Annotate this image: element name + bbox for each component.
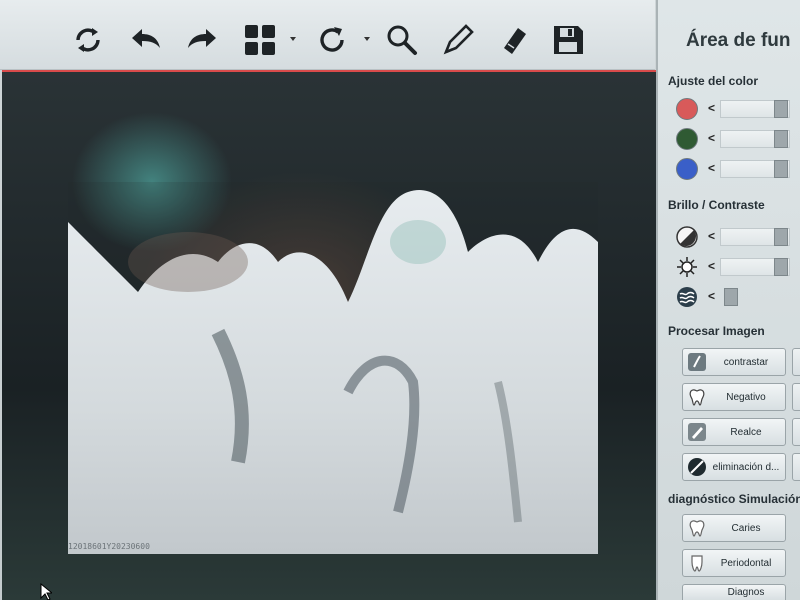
- color-blue-row: <: [672, 156, 800, 182]
- rotate-icon: [320, 27, 344, 52]
- grid-icon: [245, 25, 275, 55]
- diagnosis-section-title: diagnóstico Simulación: [668, 492, 800, 506]
- mouse-cursor-icon: [40, 583, 52, 600]
- floppy-icon: [554, 26, 583, 54]
- undo-button[interactable]: [124, 18, 168, 62]
- red-color-icon: [676, 98, 698, 120]
- color-section-title: Ajuste del color: [668, 74, 759, 88]
- undo-icon: [132, 29, 160, 48]
- color-green-row: <: [672, 126, 800, 152]
- panel-title: Área de fun: [686, 30, 791, 51]
- zoom-button[interactable]: [380, 18, 424, 62]
- blue-slider-thumb[interactable]: [774, 160, 788, 178]
- redo-icon: [188, 29, 216, 48]
- measure-button[interactable]: [436, 18, 480, 62]
- contrast-tool-button[interactable]: contrastar: [682, 348, 786, 376]
- gamma-row: <: [672, 284, 800, 310]
- contrast-icon: [676, 226, 698, 248]
- process-section-title: Procesar Imagen: [668, 324, 765, 338]
- brightness-section-title: Brillo / Contraste: [668, 198, 765, 212]
- brush-icon: [688, 423, 706, 441]
- function-panel: Área de fun Ajuste del color < < < Brill…: [656, 0, 800, 600]
- image-id-label: 12018601Y20230600: [68, 542, 150, 551]
- noise-removal-button[interactable]: eliminación d...: [682, 453, 786, 481]
- periodontal-label: Periodontal: [720, 557, 772, 569]
- redo-button[interactable]: [180, 18, 224, 62]
- enhance-button[interactable]: Realce: [682, 418, 786, 446]
- contrast-row: <: [672, 224, 800, 250]
- blue-decrease-arrow[interactable]: <: [708, 161, 715, 175]
- contrast-tool-icon: [688, 353, 706, 371]
- tooth-root-icon: [691, 555, 703, 572]
- noise-removal-icon: [688, 458, 706, 476]
- chevron-down-icon[interactable]: [362, 34, 372, 44]
- red-decrease-arrow[interactable]: <: [708, 101, 715, 115]
- gamma-slider-thumb[interactable]: [724, 288, 738, 306]
- periodontal-button[interactable]: Periodontal: [682, 549, 786, 577]
- magnifier-icon: [387, 25, 417, 55]
- chevron-down-icon[interactable]: [288, 34, 298, 44]
- caries-label: Caries: [731, 522, 761, 534]
- enhance-label: Realce: [730, 426, 762, 438]
- diagnosis-label: Diagnos: [727, 587, 765, 598]
- contrast-decrease-arrow[interactable]: <: [708, 229, 715, 243]
- waves-icon: [677, 287, 697, 307]
- process-extra-button[interactable]: [792, 348, 800, 376]
- green-decrease-arrow[interactable]: <: [708, 131, 715, 145]
- diagnosis-button[interactable]: Diagnos: [682, 584, 786, 600]
- contrast-slider-thumb[interactable]: [774, 228, 788, 246]
- eraser-icon: [504, 28, 526, 54]
- green-color-icon: [676, 128, 698, 150]
- gamma-decrease-arrow[interactable]: <: [708, 289, 715, 303]
- brightness-row: <: [672, 254, 800, 280]
- negative-button[interactable]: Negativo: [682, 383, 786, 411]
- tooth-icon: [689, 389, 705, 406]
- save-button[interactable]: [546, 18, 590, 62]
- refresh-button[interactable]: [66, 18, 110, 62]
- layout-grid-button[interactable]: [238, 18, 282, 62]
- blue-color-icon: [676, 158, 698, 180]
- red-slider-thumb[interactable]: [774, 100, 788, 118]
- rotate-button[interactable]: [310, 18, 354, 62]
- contrast-tool-label: contrastar: [723, 356, 769, 368]
- tooth-icon: [689, 520, 705, 537]
- pen-icon: [443, 24, 474, 55]
- negative-label: Negativo: [726, 391, 766, 403]
- brightness-slider-thumb[interactable]: [774, 258, 788, 276]
- process-extra-button[interactable]: [792, 418, 800, 446]
- process-extra-button[interactable]: [792, 453, 800, 481]
- dental-xray-image: [68, 182, 598, 554]
- sun-icon: [677, 257, 697, 277]
- eraser-button[interactable]: [492, 18, 536, 62]
- caries-button[interactable]: Caries: [682, 514, 786, 542]
- process-extra-button[interactable]: [792, 383, 800, 411]
- color-red-row: <: [672, 96, 800, 122]
- refresh-icon: [76, 28, 100, 52]
- noise-removal-label: eliminación d...: [712, 461, 780, 473]
- brightness-decrease-arrow[interactable]: <: [708, 259, 715, 273]
- toolbar: [0, 0, 655, 70]
- green-slider-thumb[interactable]: [774, 130, 788, 148]
- screen: 12018601Y20230600 Área de fun Ajuste del…: [0, 0, 800, 600]
- image-viewer[interactable]: 12018601Y20230600: [2, 70, 656, 600]
